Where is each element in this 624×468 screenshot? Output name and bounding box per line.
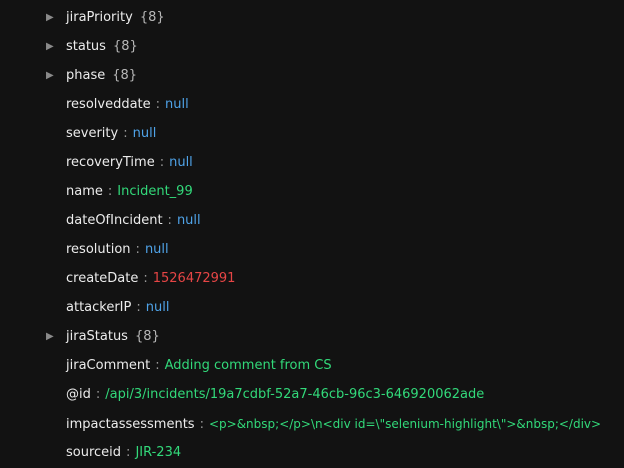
child-count: {8} xyxy=(112,68,138,83)
tree-key: resolution xyxy=(66,242,131,257)
key-separator: : xyxy=(199,416,204,432)
tree-key: name xyxy=(66,184,103,199)
tree-key: jiraPriority xyxy=(66,10,133,25)
key-separator: : xyxy=(167,213,172,228)
tree-key: createDate xyxy=(66,271,139,286)
key-separator: : xyxy=(155,358,160,373)
tree-key: jiraStatus xyxy=(66,329,128,344)
caret-right-icon[interactable]: ▶ xyxy=(46,36,56,58)
child-count: {8} xyxy=(134,329,160,344)
key-separator: : xyxy=(107,184,113,199)
tree-key: severity xyxy=(66,126,119,141)
tree-key: recoveryTime xyxy=(66,155,155,170)
tree-value: null xyxy=(132,126,157,141)
tree-value: null xyxy=(165,97,189,112)
tree-key: impactassessments xyxy=(66,416,195,432)
child-count: {8} xyxy=(139,10,165,25)
tree-value: <p>&nbsp;</p>\n<div id=\"selenium-highli… xyxy=(208,416,602,431)
json-tree-view: ▶ jiraPriority {8} ▶ status {8} ▶ phase {8}… xyxy=(0,0,624,468)
tree-value: null xyxy=(145,300,170,315)
caret-right-icon[interactable]: ▶ xyxy=(46,7,56,29)
key-separator: : xyxy=(155,97,161,112)
tree-key: dateOfIncident xyxy=(66,213,163,228)
tree-value: Adding comment from CS xyxy=(164,358,332,373)
tree-value: /api/3/incidents/19a7cdbf-52a7-46cb-96c3… xyxy=(105,387,485,402)
tree-key: jiraComment xyxy=(66,358,151,373)
key-separator: : xyxy=(143,271,148,286)
tree-key: resolveddate xyxy=(66,97,151,112)
tree-value: null xyxy=(176,213,201,228)
tree-key: phase xyxy=(66,68,106,83)
tree-value: null xyxy=(169,155,193,170)
tree-value: null xyxy=(144,242,169,257)
tree-key: attackerIP xyxy=(66,300,132,315)
key-separator: : xyxy=(159,155,165,170)
tree-key: status xyxy=(66,39,106,54)
key-separator: : xyxy=(95,387,101,402)
tree-value: JIR-234 xyxy=(135,445,182,460)
tree-value: 1526472991 xyxy=(152,271,236,286)
tree-key: sourceid xyxy=(66,445,122,460)
key-separator: : xyxy=(136,300,141,315)
tree-key: @id xyxy=(66,387,91,402)
child-count: {8} xyxy=(112,39,138,54)
caret-right-icon[interactable]: ▶ xyxy=(46,326,56,348)
caret-right-icon[interactable]: ▶ xyxy=(46,65,56,87)
key-separator: : xyxy=(126,445,131,460)
tree-value: Incident_99 xyxy=(117,184,193,199)
key-separator: : xyxy=(123,126,128,141)
key-separator: : xyxy=(135,242,140,257)
